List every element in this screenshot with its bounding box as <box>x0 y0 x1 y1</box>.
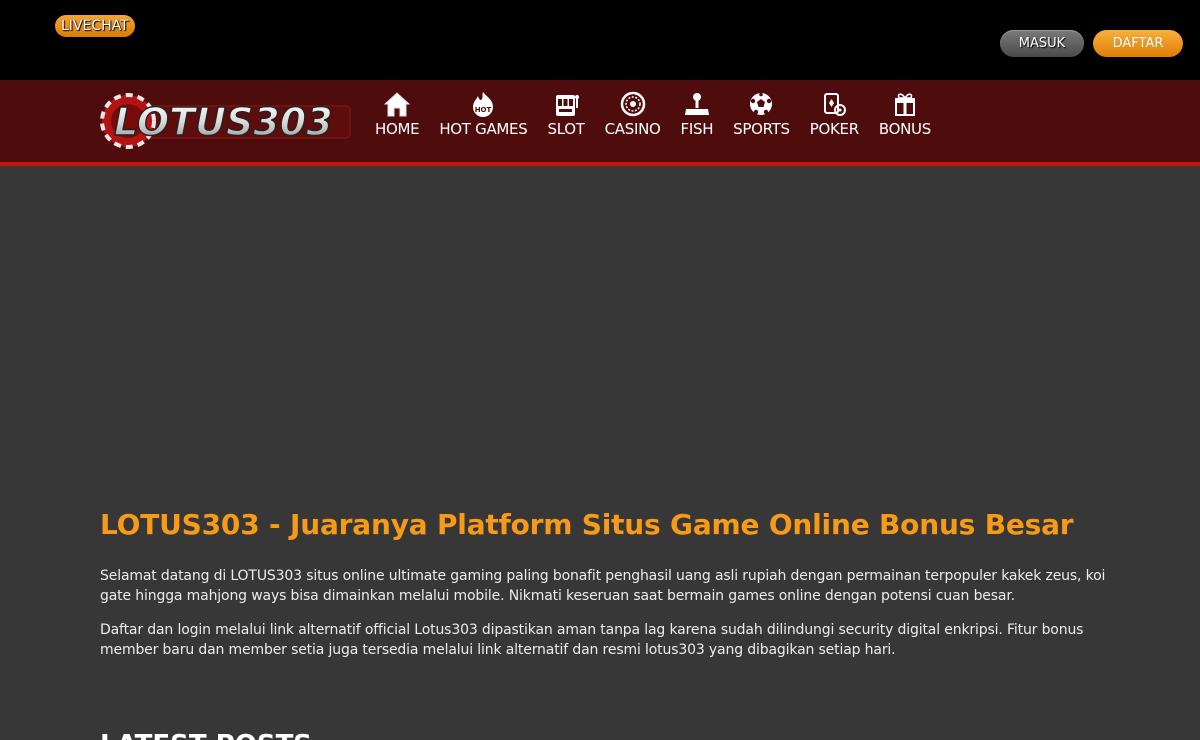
nav-label: POKER <box>809 120 859 138</box>
joystick-icon <box>684 93 709 115</box>
livechat-button[interactable]: LIVECHAT <box>55 15 135 37</box>
hot-games-icon: HOT <box>473 92 494 117</box>
nav-label: HOME <box>375 120 420 138</box>
login-button[interactable]: MASUK <box>1000 30 1084 57</box>
nav-item-hot-games[interactable]: HOT HOT GAMES <box>429 90 537 138</box>
top-bar: LIVECHAT MASUK DAFTAR <box>0 0 1200 80</box>
nav-item-bonus[interactable]: BONUS <box>869 90 941 138</box>
intro-paragraph: Selamat datang di LOTUS303 situs online … <box>100 568 1106 604</box>
nav-label: CASINO <box>604 120 661 138</box>
nav-label: BONUS <box>878 120 931 138</box>
nav-item-casino[interactable]: CASINO <box>595 90 671 138</box>
latest-posts-heading: LATEST POSTS <box>100 730 312 740</box>
logo-text: LOTUS303 <box>114 100 333 144</box>
login-info-paragraph: Daftar dan login melalui link alternatif… <box>100 622 1084 658</box>
page-title: LOTUS303 - Juaranya Platform Situs Game … <box>100 508 1074 541</box>
nav-label: FISH <box>680 120 714 138</box>
nav-label: HOT GAMES <box>439 120 528 138</box>
slot-machine-icon <box>556 95 580 116</box>
register-button[interactable]: DAFTAR <box>1093 30 1183 57</box>
nav-item-fish[interactable]: FISH <box>671 90 724 138</box>
soccer-ball-icon <box>750 92 773 115</box>
main-content: LOTUS303 - Juaranya Platform Situs Game … <box>100 505 1110 660</box>
nav-label: SLOT <box>547 120 585 138</box>
nav-item-slot[interactable]: SLOT <box>537 90 594 138</box>
home-icon <box>383 92 411 117</box>
nav-label: SPORTS <box>733 120 790 138</box>
gift-icon <box>894 93 915 116</box>
svg-text:HOT: HOT <box>475 106 492 114</box>
nav-item-sports[interactable]: SPORTS <box>723 90 800 138</box>
lotus303-logo[interactable]: LOTUS303 <box>100 92 355 150</box>
main-navbar: LOTUS303 HOME HOT HOT GAMES SLOT CASINO … <box>0 80 1200 166</box>
roulette-icon <box>620 91 645 117</box>
nav-menu: HOME HOT HOT GAMES SLOT CASINO FISH SPOR… <box>365 90 941 138</box>
nav-item-poker[interactable]: POKER <box>800 90 869 138</box>
nav-item-home[interactable]: HOME <box>365 90 429 138</box>
poker-cards-icon <box>824 93 847 116</box>
